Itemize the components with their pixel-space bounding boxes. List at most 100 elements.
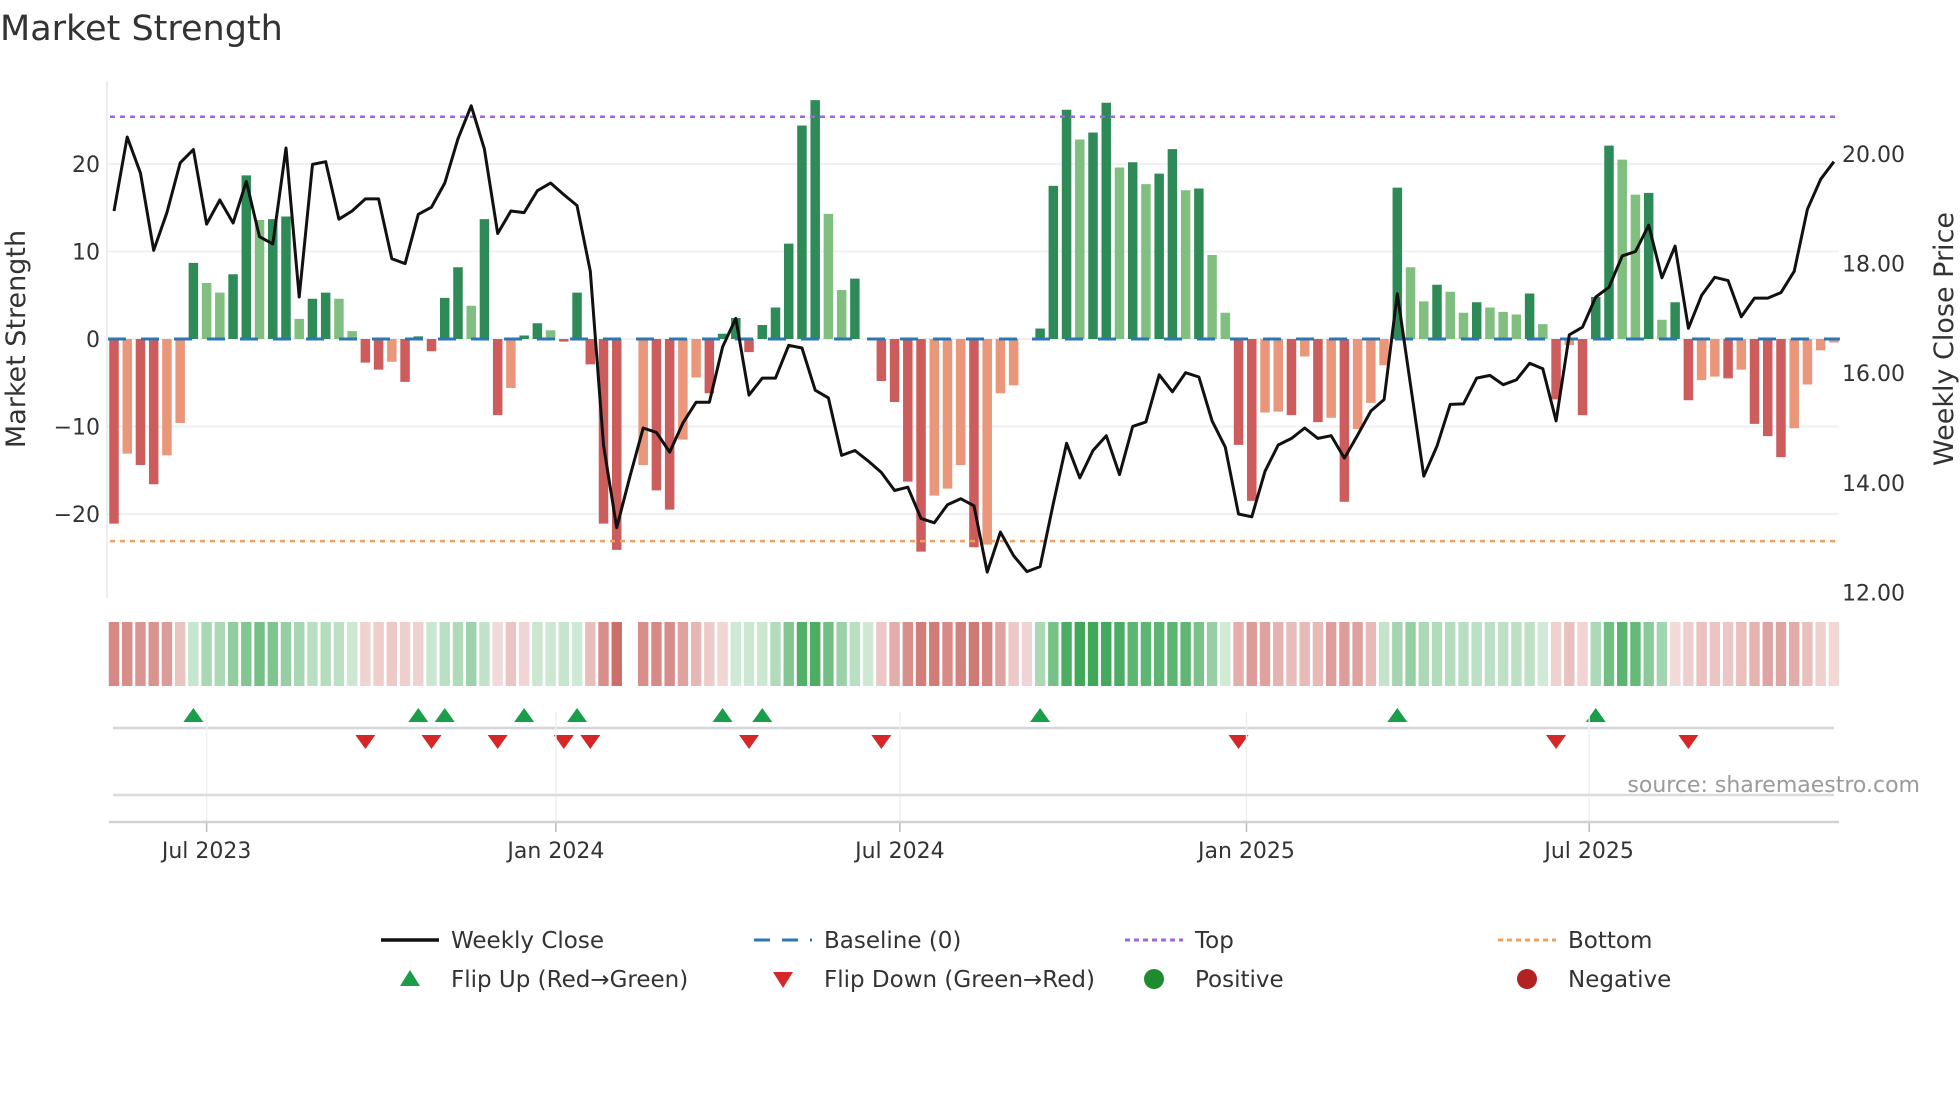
strip-cell (1603, 622, 1615, 686)
strip-cell (386, 622, 398, 686)
positive-bar (1167, 149, 1178, 339)
strip-cell (201, 622, 212, 686)
right-tick-label: 16.00 (1842, 362, 1905, 387)
strip-cell (690, 622, 702, 686)
negative-bar (387, 339, 397, 362)
strip-cell (1153, 622, 1165, 686)
strip-cell (1590, 622, 1601, 686)
negative-bar (889, 339, 900, 402)
strip-cell (809, 622, 821, 686)
strip-cell (1789, 622, 1800, 686)
strip-cell (876, 622, 887, 686)
strip-cell (1484, 622, 1496, 686)
strip-cell (730, 622, 742, 686)
source-note: source: sharemaestro.com (1627, 773, 1920, 798)
positive-bar (1207, 255, 1217, 339)
left-tick-label: −10 (54, 416, 100, 441)
negative-bar (1802, 339, 1813, 385)
flip-down-marker (739, 735, 760, 749)
negative-bar (1299, 339, 1310, 357)
positive-bar (1445, 291, 1455, 339)
legend-label: Bottom (1568, 928, 1652, 954)
strip-cell (1008, 622, 1019, 686)
negative-bar (1710, 339, 1720, 377)
negative-bar (1326, 339, 1336, 418)
strip-cell (426, 622, 437, 686)
strip-cell (254, 622, 265, 686)
flip-down-marker (421, 735, 442, 749)
strip-cell (1802, 622, 1813, 686)
strip-cell (466, 622, 477, 686)
strip-cell (188, 622, 199, 686)
negative-bar (373, 339, 384, 370)
right-tick-label: 18.00 (1842, 253, 1905, 278)
right-axis-title: Weekly Close Price (1929, 212, 1960, 466)
legend-label: Baseline (0) (824, 928, 961, 954)
strip-cell (452, 622, 464, 686)
legend-item-flip_up: Flip Up (Red→Green) (400, 967, 688, 993)
x-tick-label: Jul 2023 (160, 839, 252, 864)
strip-cell (373, 622, 384, 686)
positive-bar (1617, 159, 1627, 339)
strip-cell (558, 622, 570, 686)
strip-cell (1061, 622, 1072, 686)
negative-bar (506, 339, 516, 388)
strip-cell (571, 622, 583, 686)
flip-down-marker (553, 735, 574, 749)
positive-bar (1061, 109, 1072, 339)
flip-up-marker (514, 708, 535, 722)
negative-bar (122, 339, 132, 454)
strip-cell (1696, 622, 1707, 686)
positive-bar (215, 292, 225, 339)
strip-cell (1074, 622, 1085, 686)
flip-up-marker (1030, 708, 1051, 722)
negative-bar (109, 339, 119, 524)
negative-bar (1815, 339, 1826, 351)
strip-cell (1683, 622, 1694, 686)
strip-cell (148, 622, 159, 686)
positive-bar (334, 298, 344, 339)
strip-cell (174, 622, 186, 686)
positive-dot-icon (1144, 969, 1164, 989)
strip-cell (413, 622, 424, 686)
flip-down-marker (871, 735, 892, 749)
negative-bar (426, 339, 437, 352)
market-strength-chart: Market Strength 20 10 0 −10 −20 20.00 18.00 16.… (0, 9, 1960, 993)
strip-cell (1193, 622, 1205, 686)
flip-up-marker (712, 708, 733, 722)
positive-bar (1485, 307, 1495, 339)
positive-bar (532, 323, 543, 339)
positive-bar (1154, 173, 1164, 339)
positive-bar (1180, 190, 1191, 339)
negative-bar (148, 339, 159, 485)
flip-up-marker (408, 708, 429, 722)
negative-bar (1366, 339, 1376, 403)
negative-bar (942, 339, 953, 489)
strip-cell (1511, 622, 1522, 686)
strip-cell (135, 622, 146, 686)
positive-bar (1075, 139, 1085, 339)
positive-bar (797, 125, 807, 339)
positive-bar (228, 274, 238, 339)
strip-cell (1749, 622, 1760, 686)
strip-cell (280, 622, 292, 686)
positive-bar (783, 243, 794, 339)
negative-bar (1286, 339, 1297, 416)
x-tick-label: Jan 2024 (505, 839, 604, 864)
strip-cell (439, 622, 450, 686)
strip-cell (479, 622, 490, 686)
right-tick-label: 14.00 (1842, 472, 1905, 497)
negative-bar (1233, 339, 1244, 445)
legend-item-bottom: Bottom (1498, 928, 1652, 954)
strip-cell (1524, 622, 1535, 686)
strip-cell (267, 622, 278, 686)
strip-cell (1630, 622, 1641, 686)
right-tick-label: 12.00 (1842, 581, 1905, 606)
positive-bar (188, 262, 199, 339)
strip-cell (505, 622, 517, 686)
strip-cell (1405, 622, 1416, 686)
legend-item-flip_down: Flip Down (Green→Red) (773, 967, 1095, 993)
strip-cell (532, 622, 543, 686)
negative-bar (1273, 339, 1283, 412)
strip-cell (346, 622, 358, 686)
